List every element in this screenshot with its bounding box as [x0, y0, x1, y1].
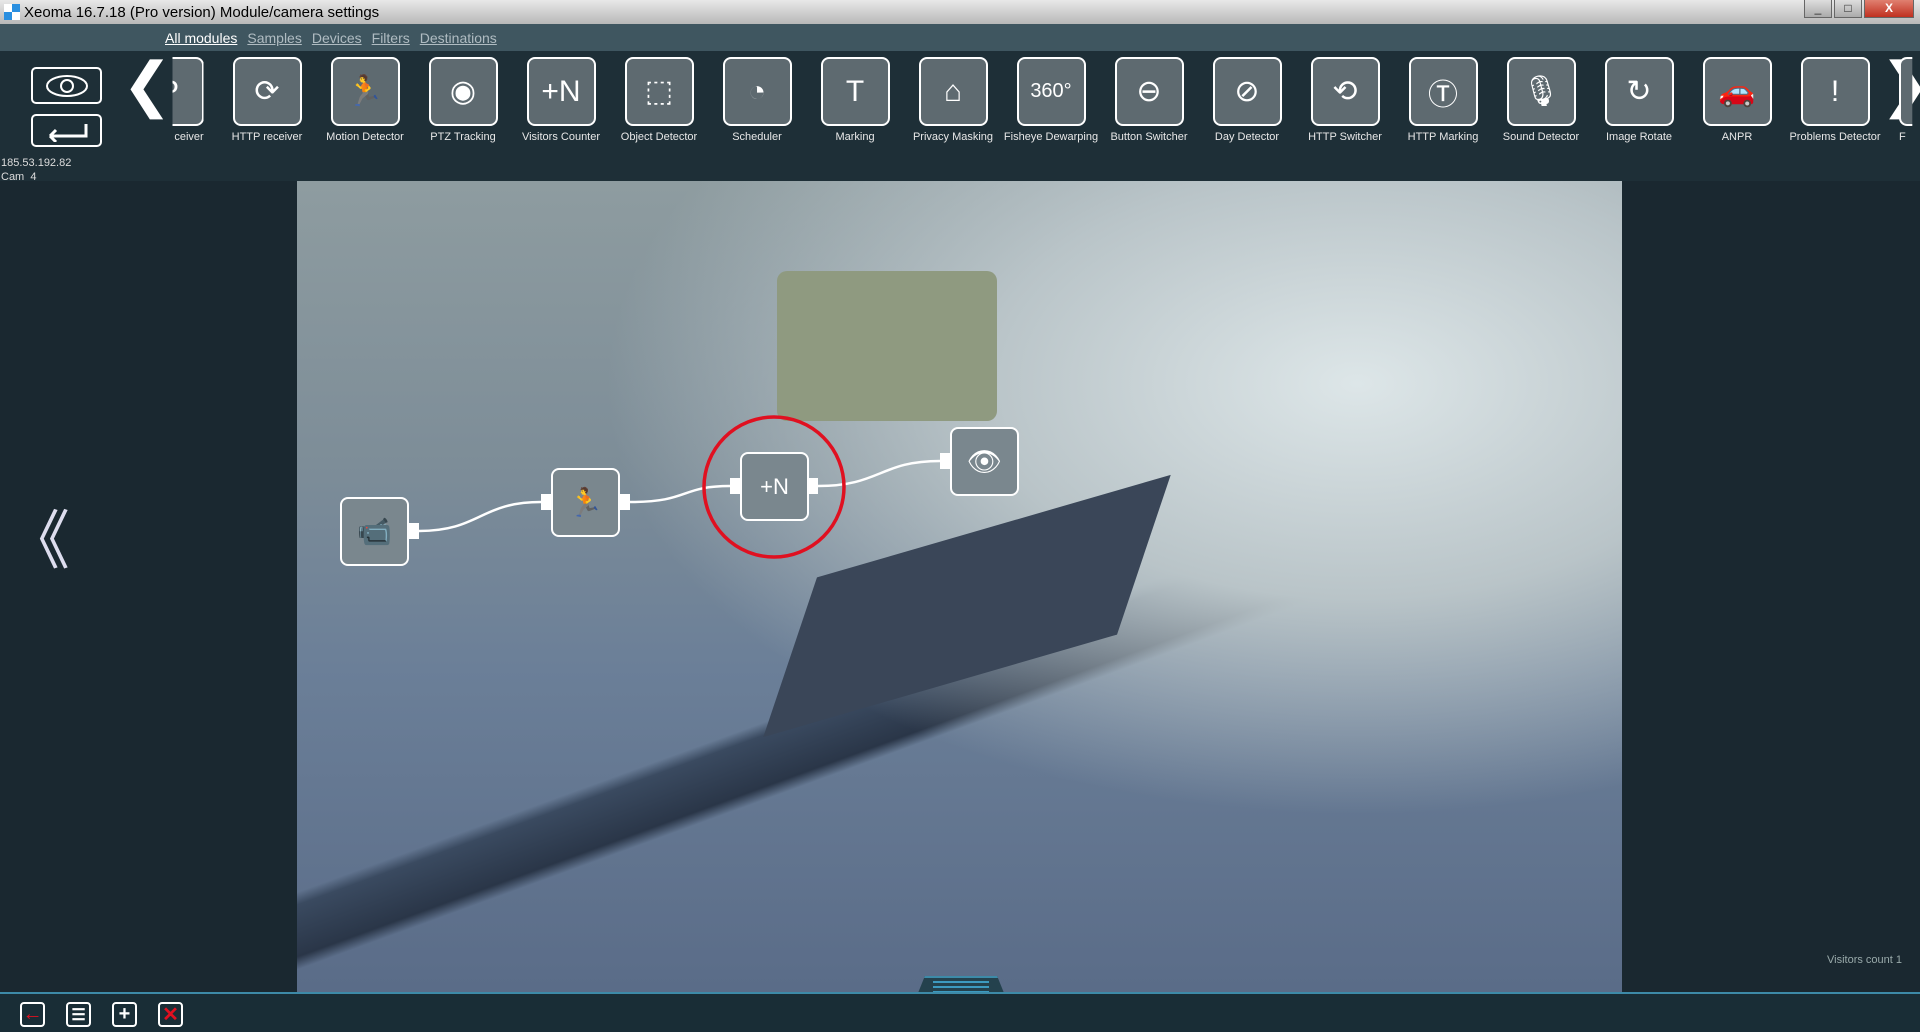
add-icon[interactable]: + [112, 1002, 137, 1027]
output-port[interactable] [620, 494, 630, 510]
bottom-toolbar: ← ☰ + ✕ [0, 992, 1920, 1032]
output-port[interactable] [808, 478, 818, 494]
chain-visitors-counter-node[interactable]: +N [740, 452, 809, 521]
list-icon[interactable]: ☰ [66, 1002, 91, 1027]
expand-panel-handle[interactable] [918, 976, 1004, 993]
back-arrow-icon[interactable]: ← [20, 1002, 45, 1027]
visitors-count-label: Visitors count 1 [1827, 954, 1903, 966]
module-chain-links [418, 415, 941, 559]
delete-icon[interactable]: ✕ [158, 1002, 183, 1027]
chain-motion-detector-node[interactable]: 🏃 [551, 468, 620, 537]
input-port[interactable] [940, 453, 950, 469]
chain-viewer-node[interactable]: 👁 [950, 427, 1019, 496]
output-port[interactable] [409, 523, 419, 539]
input-port[interactable] [541, 494, 551, 510]
chain-camera-node[interactable]: 📹 [340, 497, 409, 566]
input-port[interactable] [730, 478, 740, 494]
